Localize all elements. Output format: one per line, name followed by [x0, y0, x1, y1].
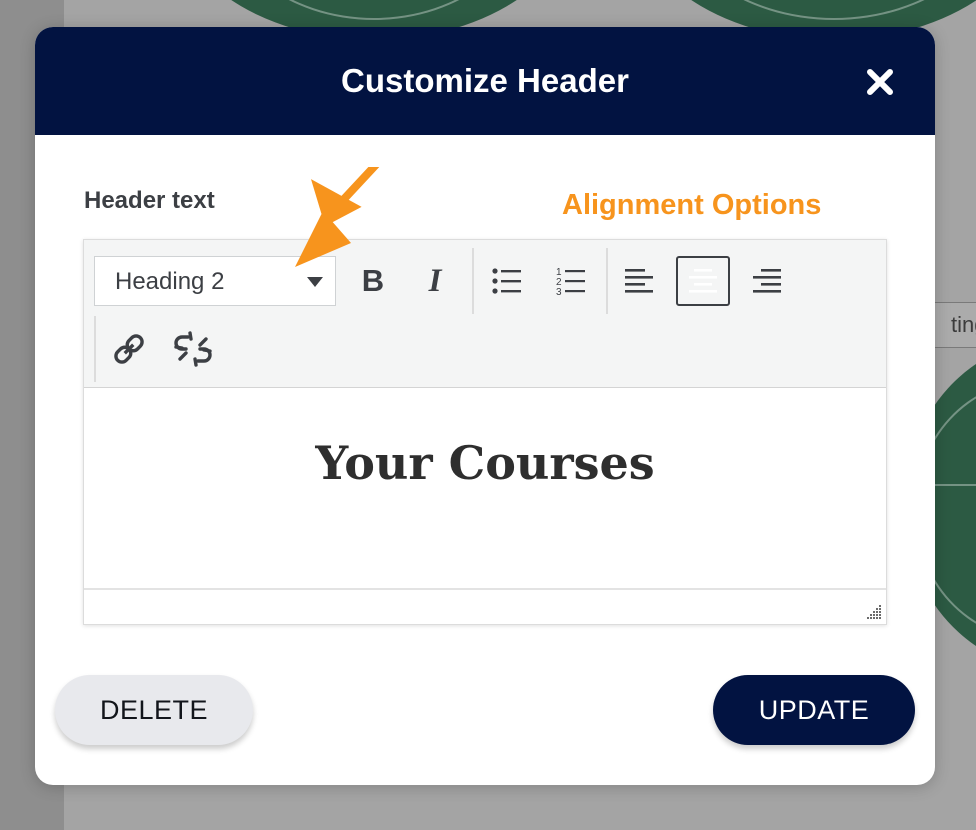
alignment-options-annotation: Alignment Options: [562, 189, 822, 221]
numbered-list-icon: 1 2 3: [556, 267, 585, 297]
bulleted-list-button[interactable]: [480, 256, 534, 306]
editor-toolbar: Heading 2 B I 1 2 3: [84, 240, 886, 388]
align-left-button[interactable]: [612, 256, 666, 306]
italic-button[interactable]: I: [408, 256, 462, 306]
bold-icon: B: [361, 263, 385, 298]
update-button[interactable]: UPDATE: [713, 675, 915, 745]
modal-title: Customize Header: [341, 62, 629, 99]
toolbar-separator: [472, 248, 474, 314]
align-left-icon: [625, 269, 653, 293]
rich-text-editor: Heading 2 B I 1 2 3 Your Courses: [83, 239, 887, 625]
unlink-icon: [174, 331, 212, 367]
customize-header-modal: Customize Header Header text Alignment O…: [35, 27, 935, 785]
toolbar-separator: [606, 248, 608, 314]
format-select-value: Heading 2: [115, 268, 225, 295]
modal-header: Customize Header: [35, 27, 935, 135]
delete-button[interactable]: DELETE: [55, 675, 253, 745]
format-select[interactable]: Heading 2: [94, 256, 336, 306]
align-right-button[interactable]: [740, 256, 794, 306]
italic-icon: I: [428, 262, 442, 299]
align-right-icon: [753, 269, 781, 293]
dropdown-caret-icon: [307, 277, 323, 287]
editor-statusbar: [84, 588, 886, 624]
close-button[interactable]: [861, 63, 899, 101]
svg-text:3: 3: [556, 287, 562, 297]
content-heading[interactable]: Your Courses: [84, 436, 886, 490]
background-button-label: ting: [951, 312, 976, 337]
align-center-icon: [689, 269, 717, 293]
remove-link-button[interactable]: [166, 324, 220, 374]
editor-content-area[interactable]: Your Courses: [84, 388, 886, 588]
resize-grip-icon[interactable]: [866, 604, 882, 620]
bold-button[interactable]: B: [346, 256, 400, 306]
numbered-list-button[interactable]: 1 2 3: [544, 256, 598, 306]
header-text-label: Header text: [84, 187, 215, 214]
align-center-button[interactable]: [676, 256, 730, 306]
toolbar-separator: [94, 316, 96, 382]
close-icon: [867, 69, 893, 95]
bulleted-list-icon: [492, 268, 521, 294]
link-icon: [114, 334, 144, 364]
insert-link-button[interactable]: [102, 324, 156, 374]
background-button[interactable]: ting: [934, 302, 976, 348]
